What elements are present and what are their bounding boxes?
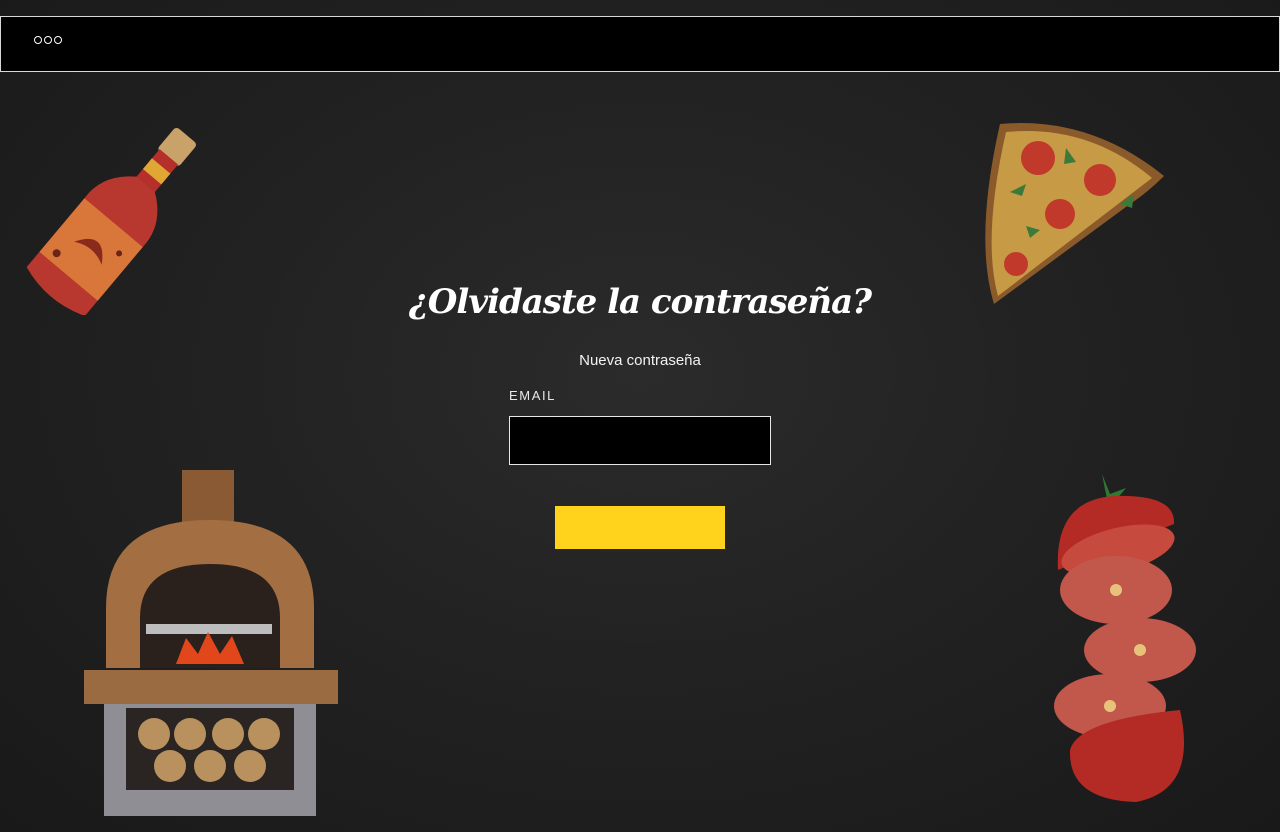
more-dots-icon[interactable] — [34, 36, 62, 44]
tomato-slices-illustration — [1054, 474, 1196, 802]
pizza-slice-illustration — [985, 123, 1164, 304]
email-field[interactable] — [509, 416, 771, 465]
page-subtitle: Nueva contraseña — [579, 352, 701, 369]
page: ¿Olvidaste la contraseña? Nueva contrase… — [0, 0, 1280, 832]
brick-oven-illustration — [84, 470, 338, 816]
top-bar — [0, 16, 1280, 72]
submit-button[interactable] — [555, 506, 725, 549]
page-title: ¿Olvidaste la contraseña? — [408, 282, 872, 322]
email-label: EMAIL — [509, 388, 557, 403]
